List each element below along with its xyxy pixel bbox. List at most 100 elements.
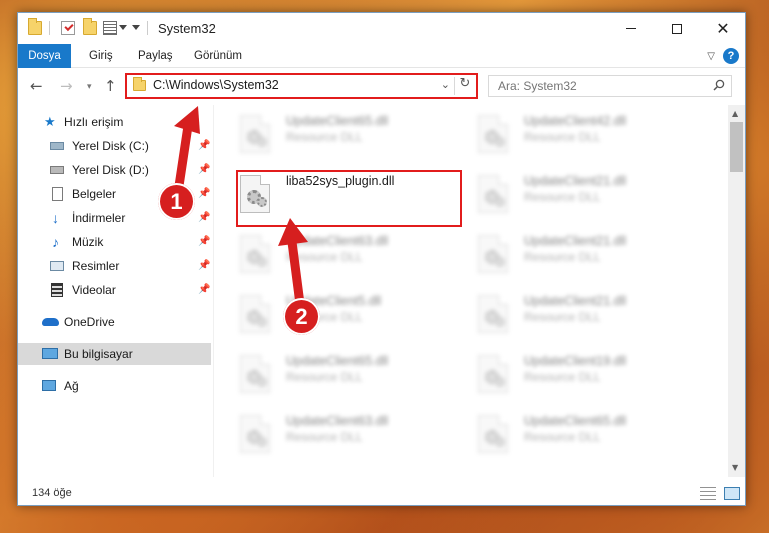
onedrive-icon <box>42 318 59 326</box>
maximize-button[interactable] <box>654 13 700 44</box>
sidebar-item-onedrive[interactable]: OneDrive <box>18 311 211 333</box>
status-bar: 134 öğe <box>18 483 745 505</box>
tab-home[interactable]: Giriş <box>79 44 123 68</box>
file-name: UpdateClient19.dll <box>524 354 627 368</box>
maximize-icon <box>672 23 682 34</box>
address-text[interactable]: C:\Windows\System32 <box>153 78 279 92</box>
sidebar-item-this-pc[interactable]: Bu bilgisayar <box>18 343 211 365</box>
file-type: Resource DLL <box>524 250 601 264</box>
minimize-button[interactable] <box>608 13 654 44</box>
pin-icon[interactable]: 📌 <box>198 279 210 301</box>
sidebar-item-videos[interactable]: Videolar 📌 <box>18 279 211 301</box>
dll-file-icon <box>478 115 508 153</box>
forward-button[interactable]: → <box>60 77 73 95</box>
tab-share[interactable]: Paylaş <box>128 44 183 68</box>
sidebar-item-label: Videolar <box>72 283 116 297</box>
file-item[interactable]: UpdateClient65.dll Resource DLL <box>218 109 448 165</box>
file-name: UpdateClient65.dll <box>286 354 389 368</box>
sidebar-item-label: Belgeler <box>72 187 117 201</box>
file-item[interactable]: UpdateClient21.dll Resource DLL <box>456 289 686 345</box>
file-item[interactable]: UpdateClient21.dll Resource DLL <box>456 169 686 225</box>
file-item[interactable]: UpdateClient65.dll Resource DLL <box>456 409 686 465</box>
file-type: Resource DLL <box>524 430 601 444</box>
pictures-icon <box>50 261 64 271</box>
properties-icon[interactable] <box>103 21 117 35</box>
videos-icon <box>51 283 63 297</box>
file-name: UpdateClient65.dll <box>286 114 389 128</box>
file-type: Resource DLL <box>524 190 601 204</box>
sidebar-item-music[interactable]: ♪ Müzik 📌 <box>18 231 211 253</box>
search-icon[interactable] <box>713 79 725 91</box>
file-item[interactable]: UpdateClient21.dll Resource DLL <box>456 229 686 285</box>
up-button[interactable]: ↑ <box>104 77 117 95</box>
file-name: UpdateClient21.dll <box>524 174 627 188</box>
scroll-up-icon[interactable]: ▲ <box>732 109 738 118</box>
dll-file-icon <box>240 115 270 153</box>
chevron-down-icon[interactable]: ⌄ <box>441 78 450 91</box>
file-item[interactable]: UpdateClient42.dll Resource DLL <box>456 109 686 165</box>
download-icon: ↓ <box>52 210 59 226</box>
properties-check-icon[interactable] <box>61 21 75 35</box>
file-type: Resource DLL <box>286 430 363 444</box>
title-bar: System32 ✕ <box>18 13 745 44</box>
scroll-down-icon[interactable]: ▼ <box>732 463 738 472</box>
file-item[interactable]: UpdateClient63.dll Resource DLL <box>218 229 448 285</box>
step-2-badge: 2 <box>283 298 320 335</box>
star-icon: ★ <box>44 114 56 129</box>
file-name: UpdateClient21.dll <box>524 294 627 308</box>
sidebar-item-label: Ağ <box>64 379 79 393</box>
step-1-badge: 1 <box>158 183 195 220</box>
dll-file-icon <box>478 175 508 213</box>
gear-icon <box>257 377 267 387</box>
documents-icon <box>52 187 63 201</box>
customize-toolbar-icon[interactable] <box>132 25 140 30</box>
gear-icon <box>257 257 267 267</box>
pin-icon[interactable]: 📌 <box>198 231 210 253</box>
new-folder-icon[interactable] <box>83 18 97 35</box>
toolbar-separator <box>147 21 148 35</box>
search-box[interactable] <box>488 75 732 97</box>
sidebar-item-label: Hızlı erişim <box>64 115 124 129</box>
details-view-icon[interactable] <box>700 487 716 500</box>
pin-icon[interactable]: 📌 <box>198 255 210 277</box>
help-icon[interactable]: ? <box>723 48 739 64</box>
file-type: Resource DLL <box>524 370 601 384</box>
navigation-bar: ← → ▾ ↑ C:\Windows\System32 ⌄ ↻ <box>18 69 745 103</box>
scroll-thumb[interactable] <box>730 122 743 172</box>
tab-file[interactable]: Dosya <box>18 44 71 68</box>
gear-icon <box>495 197 505 207</box>
chevron-down-icon[interactable] <box>119 25 127 30</box>
file-item[interactable]: UpdateClient19.dll Resource DLL <box>456 349 686 405</box>
refresh-icon[interactable]: ↻ <box>457 76 473 94</box>
folder-icon <box>133 77 146 91</box>
vertical-scrollbar[interactable]: ▲ ▼ <box>728 105 745 477</box>
dll-file-icon <box>240 415 270 453</box>
address-bar[interactable]: C:\Windows\System32 ⌄ <box>129 77 455 95</box>
expand-ribbon-icon[interactable]: ▽ <box>707 51 715 62</box>
search-input[interactable] <box>489 76 709 96</box>
dll-file-icon <box>478 235 508 273</box>
toolbar-separator <box>49 21 50 35</box>
sidebar-item-label: Müzik <box>72 235 104 249</box>
pane-divider[interactable] <box>213 105 214 477</box>
sidebar-item-label: Bu bilgisayar <box>64 347 133 361</box>
large-icons-view-icon[interactable] <box>724 487 740 500</box>
file-item[interactable]: UpdateClient65.dll Resource DLL <box>218 349 448 405</box>
folder-icon <box>28 18 42 35</box>
sidebar-item-pictures[interactable]: Resimler 📌 <box>18 255 211 277</box>
file-item[interactable]: UpdateClient5.dll Resource DLL <box>218 289 448 345</box>
music-icon: ♪ <box>52 234 59 250</box>
file-item[interactable]: UpdateClient63.dll Resource DLL <box>218 409 448 465</box>
file-name: UpdateClient42.dll <box>524 114 627 128</box>
back-button[interactable]: ← <box>30 77 43 95</box>
close-button[interactable]: ✕ <box>700 13 746 44</box>
file-type: Resource DLL <box>524 310 601 324</box>
sidebar-item-network[interactable]: Ağ <box>18 375 211 397</box>
ribbon-tabs: Dosya Giriş Paylaş Görünüm ▽ ? <box>18 44 745 68</box>
tab-view[interactable]: Görünüm <box>184 44 252 68</box>
dll-file-icon <box>240 295 270 333</box>
sidebar-item-label: Yerel Disk (D:) <box>72 163 149 177</box>
recent-locations-icon[interactable]: ▾ <box>87 82 92 92</box>
gear-icon <box>495 437 505 447</box>
sidebar-item-label: OneDrive <box>64 315 115 329</box>
